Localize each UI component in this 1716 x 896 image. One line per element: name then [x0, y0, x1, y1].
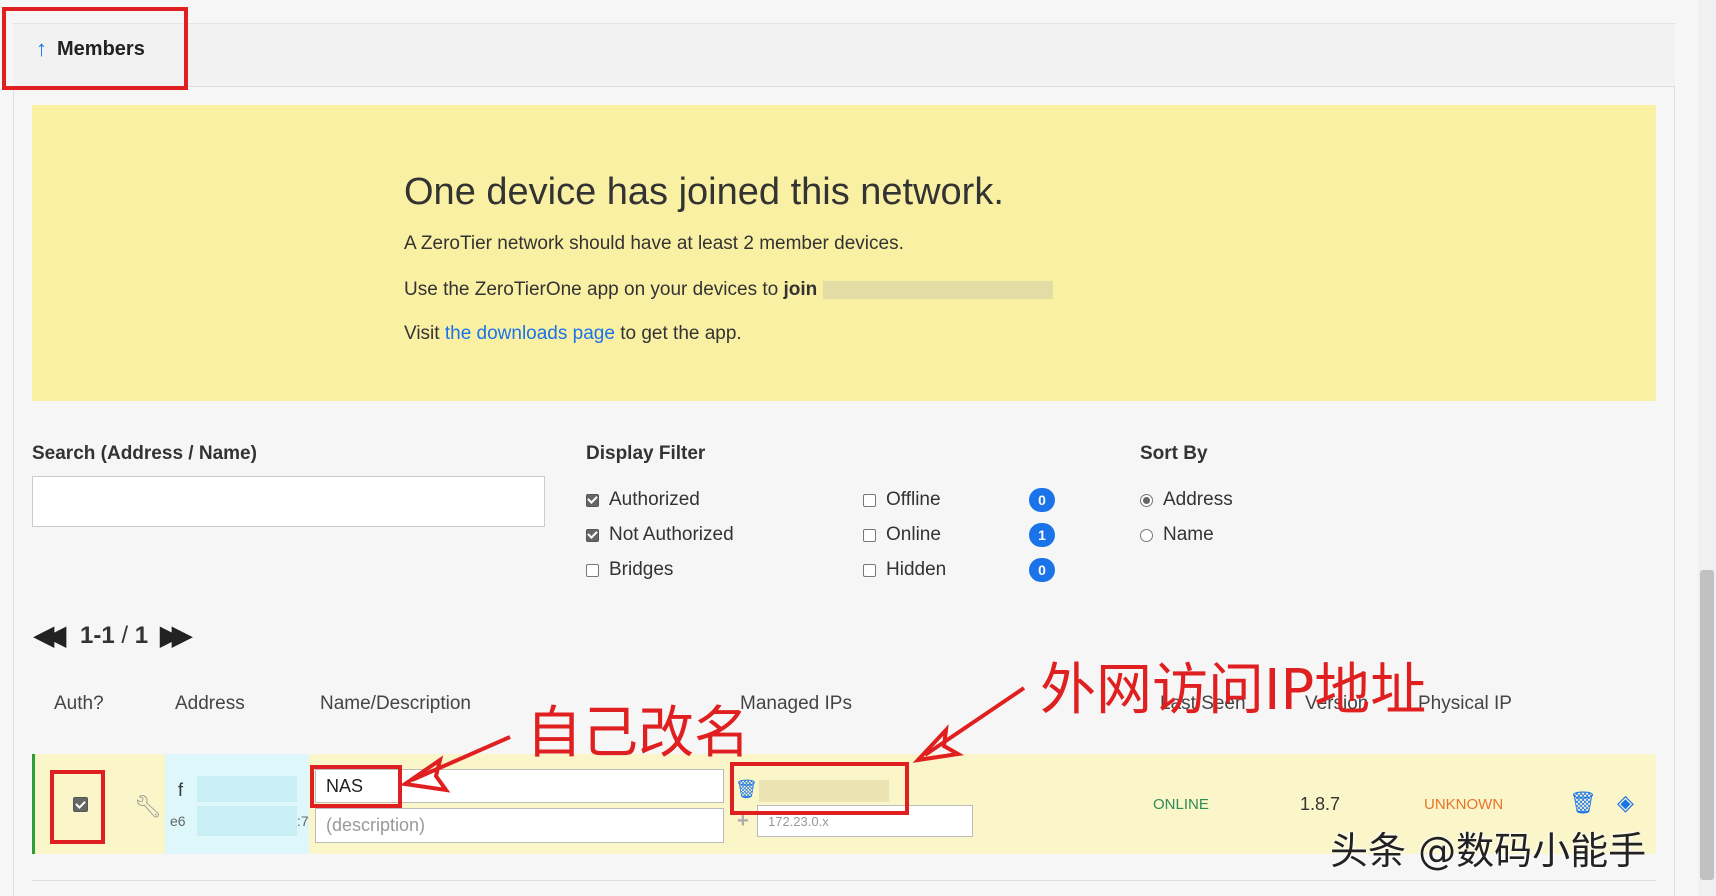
- arrow-line-rename: [411, 735, 511, 782]
- annotation-arrows: [399, 686, 1026, 793]
- annotation-rename: 自己改名: [526, 701, 750, 766]
- watermark: 头条 @数码小能手: [1330, 829, 1647, 873]
- arrow-line-ip: [923, 686, 1026, 757]
- annotation-external-ip: 外网访问IP地址: [1040, 658, 1427, 723]
